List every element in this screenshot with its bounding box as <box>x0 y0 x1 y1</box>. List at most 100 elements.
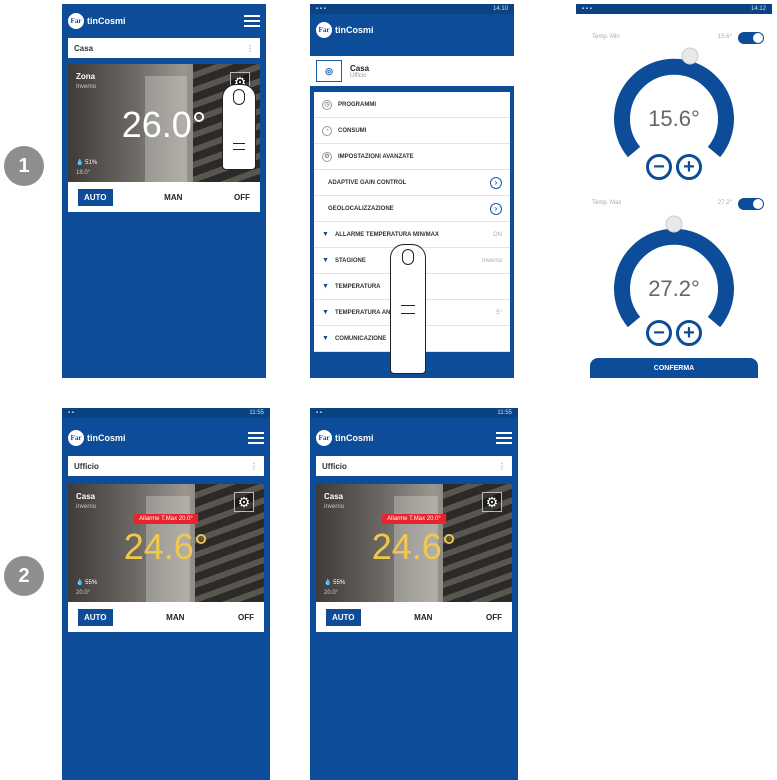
phone-screen-temperature-limits: ▪ ▪ ▪ 14:12 Temp. Min 15.6° 15.6° − + Tem… <box>576 4 772 378</box>
chevron-down-icon: ▼ <box>322 309 329 316</box>
status-bar: ▪ ▪ ▪ 14:12 <box>576 4 772 14</box>
phone-screen-settings: ▪ ▪ ▪ 14:10 Far tinCosmi ◎ Casa Ufficio ◷ P… <box>310 4 514 378</box>
location-name: Ufficio <box>74 461 99 471</box>
setpoint-value: 20.0° <box>324 590 339 596</box>
menu-icon[interactable] <box>244 15 260 27</box>
zone-button[interactable]: ◎ <box>316 60 342 82</box>
step-1-badge: 1 <box>4 146 44 186</box>
mode-auto-button[interactable]: AUTO <box>78 188 113 206</box>
min-small-value: 15.6° <box>717 34 732 40</box>
brand-logo: Far tinCosmi <box>68 13 126 29</box>
max-small-value: 27.2° <box>717 200 732 206</box>
chevron-down-icon: ▼ <box>322 283 329 290</box>
max-plus-button[interactable]: + <box>676 320 702 346</box>
current-temperature: 24.6° <box>371 526 457 567</box>
min-label: Temp. Min <box>592 34 620 40</box>
mode-man-button[interactable]: MAN <box>164 193 182 202</box>
menu-adaptive-gain-control[interactable]: ADAPTIVE GAIN CONTROL › <box>314 170 510 196</box>
zone-card: Casa Inverno ⚙ Allarme T.Max 20.0° 24.6°… <box>316 484 512 632</box>
chevron-down-icon: ▼ <box>322 257 329 264</box>
instruction-figure: 1 2 Far tinCosmi Casa ⋮ Zona Inverno ⚙ 26.… <box>0 0 777 780</box>
menu-impostazioni-avanzate[interactable]: ⚙ IMPOSTAZIONI AVANZATE <box>314 144 510 170</box>
settings-icon: ⚙ <box>322 151 332 162</box>
mode-auto-button[interactable]: AUTO <box>326 608 361 626</box>
mode-man-button[interactable]: MAN <box>166 613 184 622</box>
max-toggle[interactable] <box>738 198 764 210</box>
chevron-down-icon: ▼ <box>322 231 329 238</box>
location-name: Casa <box>74 43 94 53</box>
setpoint-value: 18.0° <box>76 170 91 176</box>
max-minus-button[interactable]: − <box>646 320 672 346</box>
mode-man-button[interactable]: MAN <box>414 613 432 622</box>
app-header: Far tinCosmi <box>62 7 266 35</box>
alarm-badge: Allarme T.Max 20.0° <box>134 514 198 524</box>
min-minus-button[interactable]: − <box>646 154 672 180</box>
zone-season: Inverno <box>76 84 97 90</box>
zone-header: ◎ Casa Ufficio <box>310 56 514 86</box>
zone-name: Zona <box>76 72 96 81</box>
mode-off-button[interactable]: OFF <box>486 613 502 622</box>
confirm-button[interactable]: CONFERMA <box>590 358 758 378</box>
status-bar: ▪ ▪ 11:55 <box>310 408 518 418</box>
zone-season: Inverno <box>324 504 345 510</box>
menu-icon[interactable] <box>248 432 264 444</box>
mode-bar: AUTO MAN OFF <box>68 182 260 212</box>
zone-title: Casa <box>350 63 370 73</box>
zone-subtitle: Ufficio <box>350 72 367 79</box>
more-icon: ⋮ <box>250 461 258 471</box>
zone-name: Casa <box>324 492 344 501</box>
chevron-right-icon: › <box>490 176 502 189</box>
menu-consumi[interactable]: ◔ CONSUMI <box>314 118 510 144</box>
gauge-icon: ◔ <box>322 125 332 136</box>
menu-geolocalizzazione[interactable]: GEOLOCALIZZAZIONE › <box>314 196 510 222</box>
location-selector[interactable]: Ufficio ⋮ <box>68 456 264 476</box>
gear-icon[interactable]: ⚙ <box>482 492 502 512</box>
app-header: Far tinCosmi <box>310 16 514 44</box>
max-label: Temp. Max <box>592 200 622 206</box>
min-temperature: 15.6° <box>648 106 700 131</box>
zone-name: Casa <box>76 492 96 501</box>
phone-screen-alarm-2: ▪ ▪ 11:55 Far tinCosmi Ufficio ⋮ Casa Inver… <box>310 408 518 780</box>
mode-bar: AUTO MAN OFF <box>316 602 512 632</box>
max-temperature: 27.2° <box>648 276 700 301</box>
chevron-right-icon: › <box>490 202 502 215</box>
location-selector[interactable]: Casa ⋮ <box>68 38 260 58</box>
brand-logo: Far tinCosmi <box>316 22 374 38</box>
humidity-value: 💧 55% <box>76 580 98 586</box>
menu-icon[interactable] <box>496 432 512 444</box>
setpoint-value: 20.0° <box>76 590 91 596</box>
alarm-badge: Allarme T.Max 20.0° <box>382 514 446 524</box>
brand-logo: Far tinCosmi <box>68 430 126 446</box>
status-bar: ▪ ▪ 11:55 <box>62 408 270 418</box>
finger-tap-icon <box>390 244 426 374</box>
zone-card: Casa Inverno ⚙ Allarme T.Max 20.0° 24.6°… <box>68 484 264 632</box>
chevron-down-icon: ▼ <box>322 335 329 342</box>
phone-screen-alarm-1: ▪ ▪ 11:55 Far tinCosmi Ufficio ⋮ Casa Inver… <box>62 408 270 780</box>
min-toggle[interactable] <box>738 32 764 44</box>
more-icon: ⋮ <box>498 461 506 471</box>
app-header: Far tinCosmi <box>62 424 270 452</box>
mode-bar: AUTO MAN OFF <box>68 602 264 632</box>
menu-programmi[interactable]: ◷ PROGRAMMI <box>314 92 510 118</box>
more-icon: ⋮ <box>246 43 254 53</box>
status-bar: ▪ ▪ ▪ 14:10 <box>310 4 514 14</box>
current-temperature: 24.6° <box>123 526 209 567</box>
zone-background: Casa Inverno ⚙ Allarme T.Max 20.0° 24.6°… <box>68 484 264 602</box>
mode-auto-button[interactable]: AUTO <box>78 608 113 626</box>
zone-background: Casa Inverno ⚙ Allarme T.Max 20.0° 24.6°… <box>316 484 512 602</box>
phone-screen-home: Far tinCosmi Casa ⋮ Zona Inverno ⚙ 26.0° 💧… <box>62 4 266 378</box>
humidity-value: 💧 55% <box>324 580 346 586</box>
humidity-value: 💧 51% <box>76 160 98 166</box>
step-2-badge: 2 <box>4 556 44 596</box>
mode-off-button[interactable]: OFF <box>234 193 250 202</box>
mode-off-button[interactable]: OFF <box>238 613 254 622</box>
app-header: Far tinCosmi <box>310 424 518 452</box>
location-selector[interactable]: Ufficio ⋮ <box>316 456 512 476</box>
zone-season: Inverno <box>76 504 97 510</box>
clock-icon: ◷ <box>322 99 332 110</box>
finger-tap-icon <box>222 84 256 170</box>
limits-panel: Temp. Min 15.6° 15.6° − + Temp. Max 27.2… <box>576 14 772 378</box>
min-plus-button[interactable]: + <box>676 154 702 180</box>
gear-icon[interactable]: ⚙ <box>234 492 254 512</box>
brand-logo: Far tinCosmi <box>316 430 374 446</box>
